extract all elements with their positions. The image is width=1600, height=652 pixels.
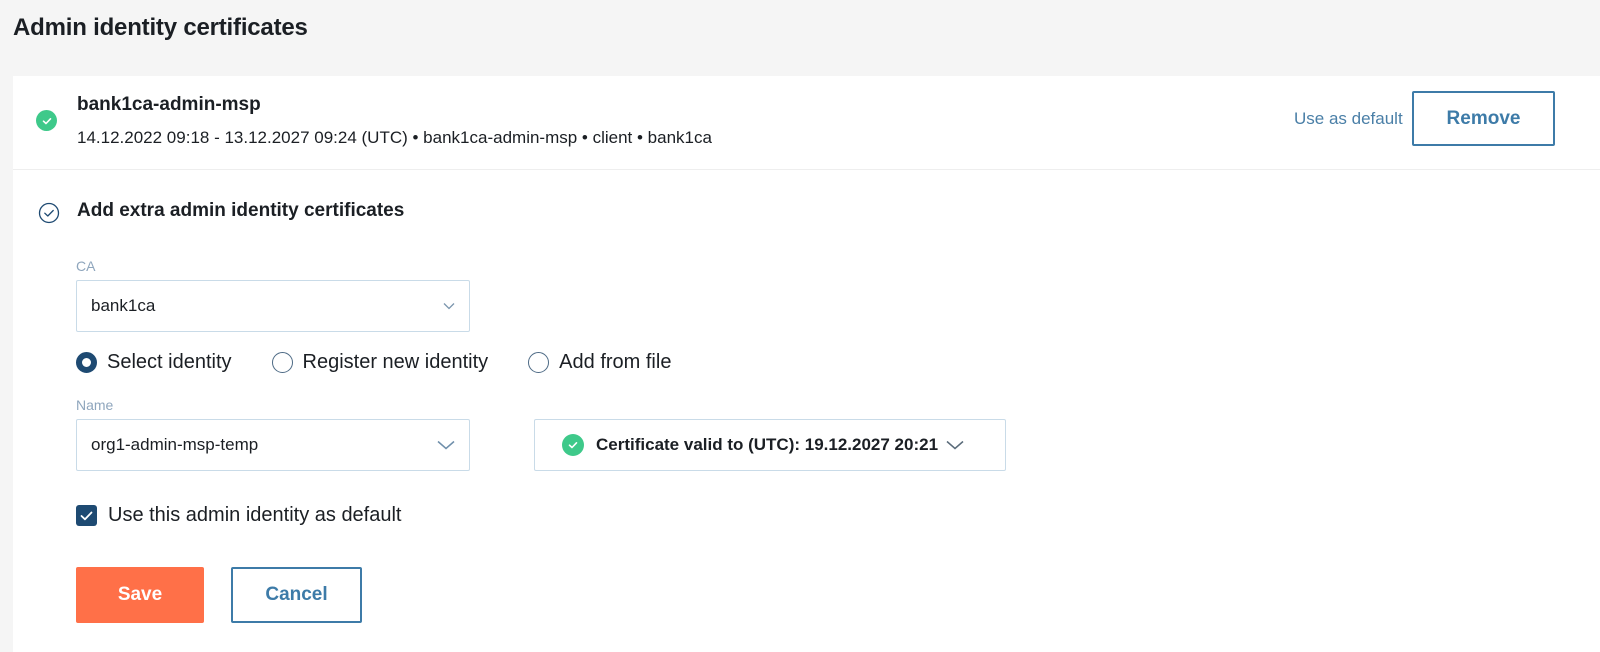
check-icon — [80, 511, 93, 520]
check-circle-icon — [36, 110, 57, 131]
name-label: Name — [76, 397, 114, 413]
ca-label: CA — [76, 258, 96, 274]
chevron-down-icon — [437, 440, 455, 450]
ca-select[interactable]: bank1ca — [76, 280, 470, 332]
certificates-panel: bank1ca-admin-msp 14.12.2022 09:18 - 13.… — [13, 76, 1600, 652]
use-as-default-checkbox-row[interactable]: Use this admin identity as default — [76, 504, 402, 527]
cancel-button[interactable]: Cancel — [231, 567, 362, 623]
radio-label: Register new identity — [302, 351, 489, 373]
radio-register-new-identity[interactable]: Register new identity — [271, 351, 489, 374]
name-select-value: org1-admin-msp-temp — [91, 435, 259, 454]
ca-select-value: bank1ca — [91, 296, 156, 315]
checkbox-label: Use this admin identity as default — [108, 504, 402, 526]
save-button[interactable]: Save — [76, 567, 204, 623]
certificate-validity-dropdown[interactable]: Certificate valid to (UTC): 19.12.2027 2… — [534, 419, 1006, 471]
name-select[interactable]: org1-admin-msp-temp — [76, 419, 470, 471]
page-title: Admin identity certificates — [13, 14, 308, 41]
chevron-down-icon — [946, 440, 964, 450]
certificate-meta: 14.12.2022 09:18 - 13.12.2027 09:24 (UTC… — [77, 128, 712, 147]
radio-label: Add from file — [559, 351, 672, 373]
radio-button[interactable] — [528, 352, 550, 373]
use-as-default-link[interactable]: Use as default — [1294, 109, 1403, 129]
chevron-down-icon — [443, 303, 455, 310]
check-circle-outline-icon — [38, 202, 60, 224]
check-circle-icon — [562, 434, 584, 456]
radio-add-from-file[interactable]: Add from file — [528, 351, 671, 374]
remove-button[interactable]: Remove — [1412, 91, 1555, 146]
certificate-name: bank1ca-admin-msp — [77, 94, 261, 115]
radio-button-checked[interactable] — [76, 352, 97, 373]
radio-select-identity[interactable]: Select identity — [76, 351, 232, 374]
radio-button[interactable] — [271, 352, 293, 373]
certificate-row: bank1ca-admin-msp 14.12.2022 09:18 - 13.… — [13, 76, 1600, 170]
checkbox-checked[interactable] — [76, 505, 97, 526]
radio-label: Select identity — [107, 351, 232, 373]
identity-mode-radio-group: Select identity Register new identity Ad… — [76, 351, 711, 374]
certificate-validity-text: Certificate valid to (UTC): 19.12.2027 2… — [596, 435, 939, 454]
section-title: Add extra admin identity certificates — [77, 200, 405, 221]
